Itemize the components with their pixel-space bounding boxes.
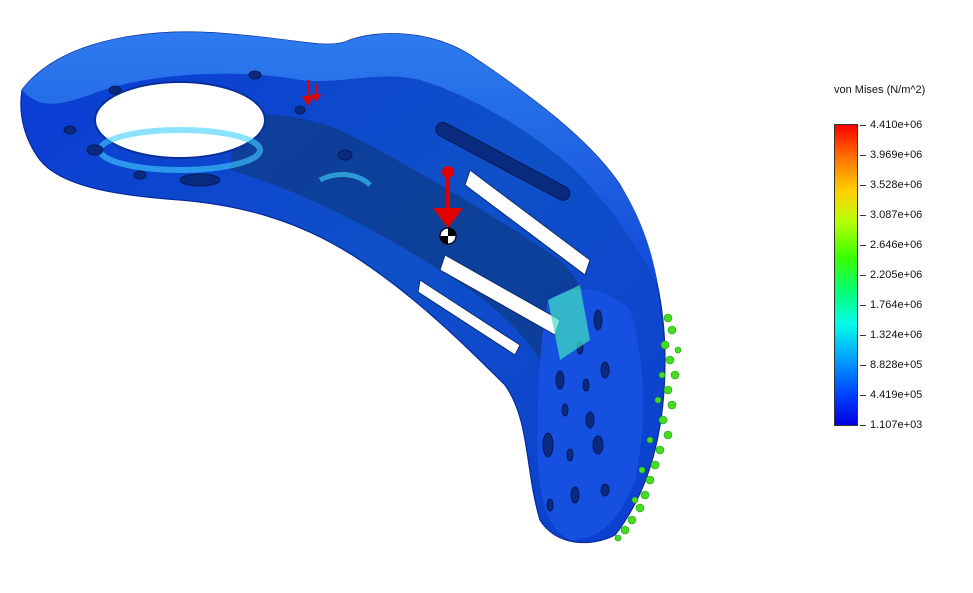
legend-tick-label: 8.828e+05 [870,359,923,371]
legend-tick-label: 4.419e+05 [870,389,923,401]
legend-tick [860,305,866,306]
legend-tick-label: 1.764e+06 [870,299,923,311]
legend-tick-label: 1.107e+03 [870,419,923,431]
legend-tick-label: 3.969e+06 [870,149,923,161]
legend-tick [860,395,866,396]
legend-tick [860,245,866,246]
stress-legend: von Mises (N/m^2) 4.410e+06 3.969e+06 3.52… [820,78,970,438]
legend-tick-label: 1.324e+06 [870,329,923,341]
legend-tick [860,275,866,276]
color-scale-bar [834,124,858,426]
legend-title: von Mises (N/m^2) [834,84,926,96]
legend-tick [860,335,866,336]
center-of-mass-icon [439,227,457,245]
legend-tick-label: 2.646e+06 [870,239,923,251]
legend-tick [860,155,866,156]
legend-tick [860,185,866,186]
ring-opening [94,81,266,159]
legend-tick [860,425,866,426]
legend-tick [860,365,866,366]
legend-tick [860,215,866,216]
legend-tick-label: 2.205e+06 [870,269,923,281]
legend-tick-label: 3.087e+06 [870,209,923,221]
legend-tick-label: 4.410e+06 [870,119,923,131]
legend-tick-label: 3.528e+06 [870,179,923,191]
legend-tick [860,125,866,126]
